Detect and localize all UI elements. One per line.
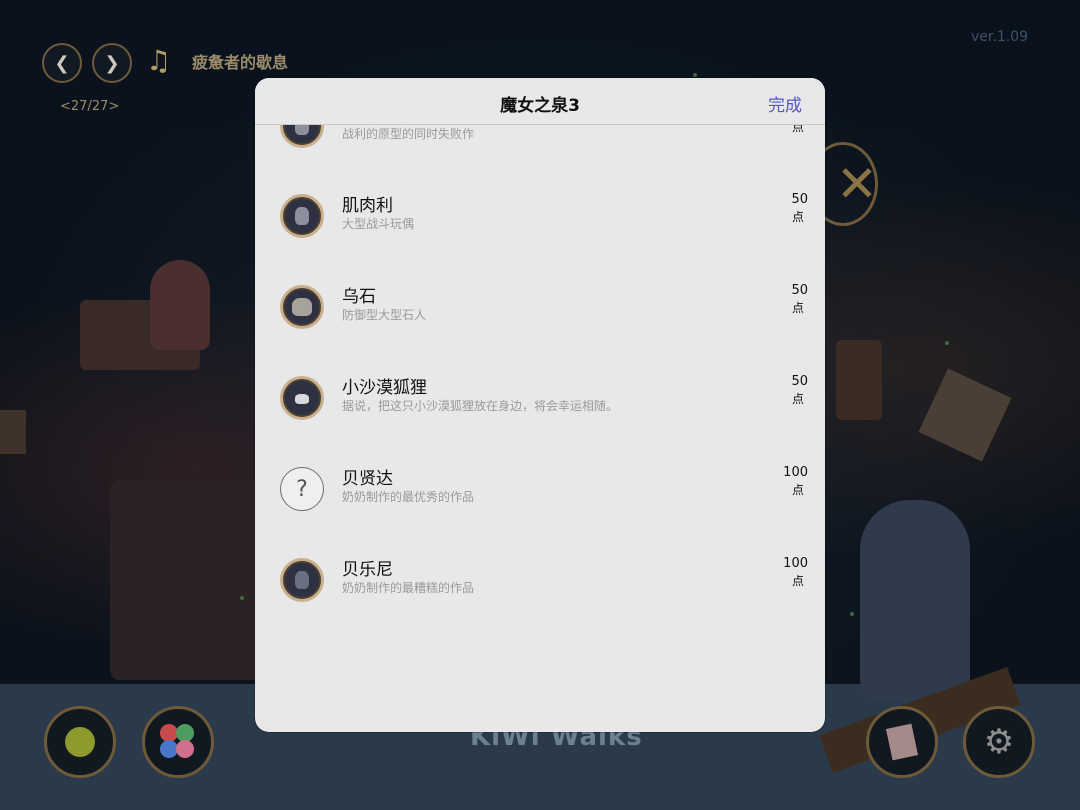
character-button[interactable] [44,706,116,778]
item-points: 100 [783,465,808,480]
close-icon: ✕ [836,155,878,213]
firefly [945,341,949,345]
item-list[interactable]: 战利的原型的同时失败作 点 肌肉利 大型战斗玩偶 50 点 乌石 防御型大型石人… [255,78,825,732]
item-name: 小沙漠狐狸 [342,378,427,398]
item-description: 奶奶制作的最优秀的作品 [342,490,475,504]
item-points-unit: 点 [791,210,804,224]
list-item[interactable]: 乌石 防御型大型石人 50 点 [255,283,825,355]
music-note-icon: ♫ [146,44,172,77]
next-song-button[interactable]: ❯ [92,43,132,83]
item-points: 50 [791,283,808,298]
scene-chest [110,480,270,680]
modal-title: 魔女之泉3 [500,96,580,116]
scene-doll [150,260,210,350]
item-name: 肌肉利 [342,196,393,216]
chevron-right-icon: ❯ [104,52,120,74]
item-points: 50 [791,374,808,389]
song-title: 疲惫者的歇息 [192,53,289,72]
list-item[interactable]: ? 贝贤达 奶奶制作的最优秀的作品 100 点 [255,465,825,537]
item-description: 战利的原型的同时失败作 [342,127,475,141]
item-points-unit: 点 [791,483,804,497]
item-name: 贝乐尼 [342,560,393,580]
colors-button[interactable] [142,706,214,778]
list-item[interactable]: 小沙漠狐狸 据说，把这只小沙漠狐狸放在身边，将会幸运相随。 50 点 [255,374,825,446]
version-label: ver.1.09 [971,29,1028,45]
page-counter: <27/27> [60,99,120,114]
item-description: 防御型大型石人 [342,308,427,322]
settings-button[interactable]: ⚙ [963,706,1035,778]
color-dots-icon [160,724,196,760]
chevron-left-icon: ❮ [54,52,70,74]
modal-header: 魔女之泉3 完成 [255,78,825,125]
scene-lantern [836,340,882,420]
item-description: 大型战斗玩偶 [342,217,415,231]
golem-icon [280,285,324,329]
list-item[interactable]: 贝乐尼 奶奶制作的最糟糕的作品 100 点 [255,556,825,628]
list-item[interactable]: 肌肉利 大型战斗玩偶 50 点 [255,192,825,264]
doll-icon [280,194,324,238]
item-points-unit: 点 [791,574,804,588]
question-icon: ? [280,467,324,511]
firefly [693,73,697,77]
fox-icon [280,376,324,420]
item-points: 50 [791,192,808,207]
journal-button[interactable] [866,706,938,778]
item-description: 奶奶制作的最糟糕的作品 [342,581,475,595]
item-name: 乌石 [342,287,376,307]
book-icon [885,723,919,761]
previous-song-button[interactable]: ❮ [42,43,82,83]
item-points-unit: 点 [791,301,804,315]
scene-character [860,500,970,700]
firefly [850,612,854,616]
item-points: 100 [783,556,808,571]
bird-icon [65,727,95,757]
doll-icon [280,558,324,602]
gear-icon: ⚙ [983,722,1015,762]
scene-book [0,410,26,454]
firefly [240,596,244,600]
item-points-unit: 点 [791,392,804,406]
done-button[interactable]: 完成 [768,91,802,116]
collection-modal: 魔女之泉3 完成 战利的原型的同时失败作 点 肌肉利 大型战斗玩偶 50 点 乌… [255,78,825,732]
item-description: 据说，把这只小沙漠狐狸放在身边，将会幸运相随。 [342,399,619,413]
item-name: 贝贤达 [342,469,393,489]
